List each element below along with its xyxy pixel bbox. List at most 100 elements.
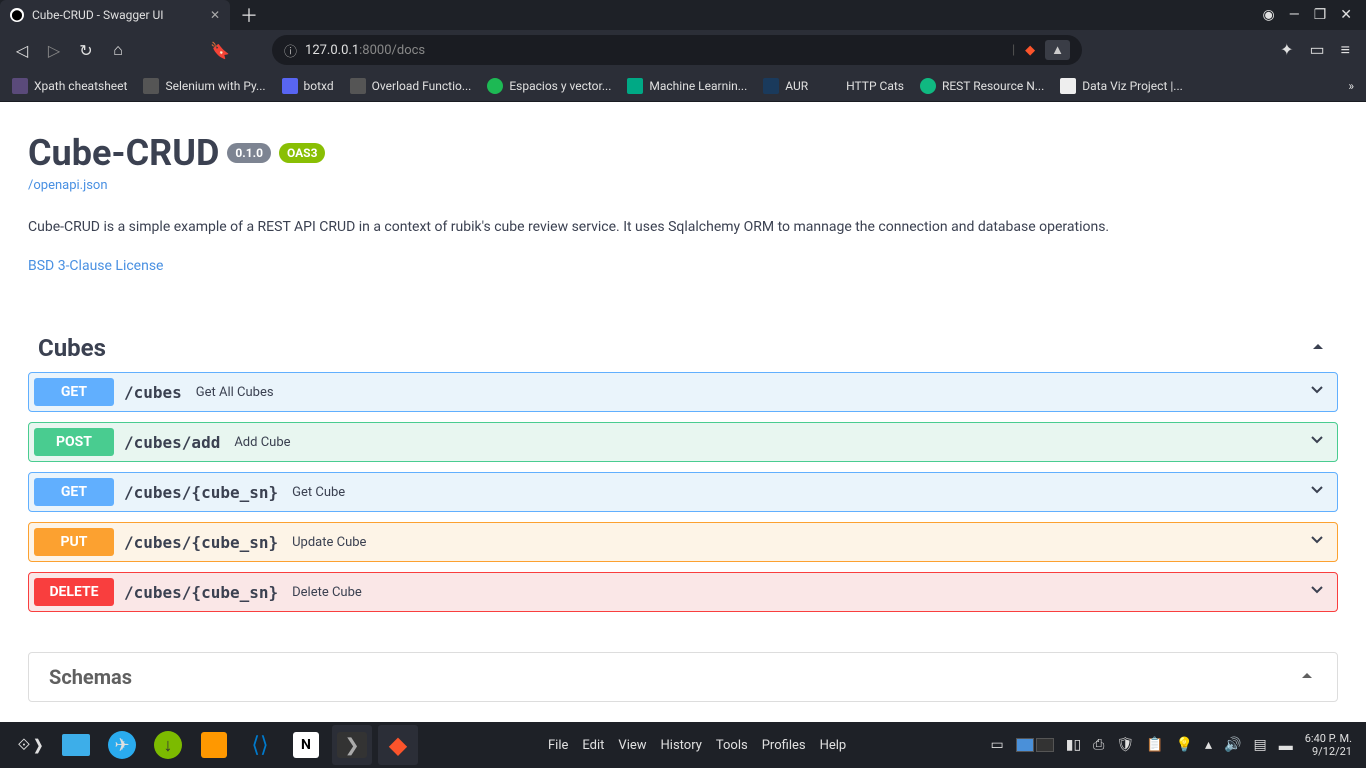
menu-item[interactable]: Edit <box>582 738 604 753</box>
maximize-icon[interactable]: ❐ <box>1314 7 1327 23</box>
telegram-icon[interactable]: ✈ <box>102 725 142 765</box>
back-button[interactable]: ◁ <box>12 41 32 60</box>
bookmarks-overflow-icon[interactable]: » <box>1348 79 1354 93</box>
volume-icon[interactable]: 🔊 <box>1224 737 1241 753</box>
bookmark-item[interactable]: REST Resource N... <box>920 78 1044 94</box>
window-controls: ◉ — ❐ ✕ <box>1263 7 1366 23</box>
bookmark-label: Overload Functio... <box>372 79 472 93</box>
chevron-down-icon <box>1307 380 1327 404</box>
minimize-icon[interactable]: — <box>1289 7 1300 23</box>
clock[interactable]: 6:40 P. M. 9/12/21 <box>1305 732 1356 758</box>
desktop-peek-icon[interactable]: ▭ <box>991 737 1004 753</box>
method-badge: DELETE <box>34 578 114 606</box>
new-tab-button[interactable]: ＋ <box>240 2 258 28</box>
brave-rewards-icon[interactable]: ◆ <box>1025 43 1035 58</box>
operation-summary: Delete Cube <box>292 585 362 600</box>
bookmark-favicon <box>12 78 28 94</box>
api-description: Cube-CRUD is a simple example of a REST … <box>28 217 1338 238</box>
operation-path: /cubes/{cube_sn} <box>124 583 278 602</box>
tab-close-icon[interactable]: ✕ <box>210 8 220 22</box>
operation-path: /cubes/add <box>124 433 220 452</box>
forward-button[interactable]: ▷ <box>44 41 64 60</box>
desktop-switcher[interactable] <box>1016 738 1054 752</box>
battery-icon[interactable]: ▮▯ <box>1066 737 1081 753</box>
sublime-icon[interactable] <box>194 725 234 765</box>
reload-button[interactable]: ↻ <box>76 41 96 60</box>
section-title: Cubes <box>38 334 106 362</box>
operation-summary: Get Cube <box>292 485 345 500</box>
operation-path: /cubes <box>124 383 182 402</box>
operation-summary: Update Cube <box>292 535 366 550</box>
bookmark-icon[interactable]: 🔖 <box>210 41 230 60</box>
menu-item[interactable]: Help <box>820 738 847 753</box>
menu-item[interactable]: File <box>548 738 568 753</box>
bookmark-item[interactable]: Data Viz Project |... <box>1060 78 1183 94</box>
bookmark-item[interactable]: Espacios y vector... <box>487 78 611 94</box>
openapi-link[interactable]: /openapi.json <box>28 178 1338 193</box>
file-manager-icon[interactable] <box>56 725 96 765</box>
operation-row[interactable]: PUT /cubes/{cube_sn} Update Cube <box>28 522 1338 562</box>
site-info-icon[interactable]: ⓘ <box>284 41 297 60</box>
extensions-icon[interactable]: ✦ <box>1280 40 1293 60</box>
method-badge: GET <box>34 478 114 506</box>
download-icon[interactable]: ↓ <box>148 725 188 765</box>
operation-row[interactable]: GET /cubes/{cube_sn} Get Cube <box>28 472 1338 512</box>
page-content: Cube-CRUD 0.1.0 OAS3 /openapi.json Cube-… <box>0 102 1366 722</box>
bookmark-favicon <box>627 78 643 94</box>
menu-item[interactable]: Profiles <box>762 738 806 753</box>
vscode-icon[interactable]: ⟨⟩ <box>240 725 280 765</box>
home-button[interactable]: ⌂ <box>108 40 128 60</box>
menu-item[interactable]: History <box>661 738 702 753</box>
operation-row[interactable]: GET /cubes Get All Cubes <box>28 372 1338 412</box>
bookmark-item[interactable]: HTTP Cats <box>824 78 904 94</box>
bookmark-favicon <box>350 78 366 94</box>
bookmark-label: Data Viz Project |... <box>1082 79 1183 93</box>
browser-tab-strip: ⬤ Cube-CRUD - Swagger UI ✕ ＋ ◉ — ❐ ✕ <box>0 0 1366 30</box>
notion-icon[interactable]: N <box>286 725 326 765</box>
bookmark-item[interactable]: AUR <box>763 78 808 94</box>
chevron-down-icon <box>1307 430 1327 454</box>
operation-row[interactable]: POST /cubes/add Add Cube <box>28 422 1338 462</box>
bookmark-label: Espacios y vector... <box>509 79 611 93</box>
chevron-down-icon <box>1307 530 1327 554</box>
battery2-icon[interactable]: ▬ <box>1279 737 1293 754</box>
wallet-icon[interactable]: ▭ <box>1310 40 1325 60</box>
schemas-title: Schemas <box>49 665 132 689</box>
menu-item[interactable]: Tools <box>716 738 748 753</box>
bookmark-item[interactable]: Overload Functio... <box>350 78 472 94</box>
url-bar[interactable]: ⓘ 127.0.0.1:8000/docs | ◆ ▲ <box>272 35 1082 65</box>
menubar: File Edit View History Tools Profiles Help <box>548 738 846 753</box>
operation-row[interactable]: DELETE /cubes/{cube_sn} Delete Cube <box>28 572 1338 612</box>
bookmark-label: Machine Learnin... <box>649 79 747 93</box>
network-icon[interactable]: ▤ <box>1253 737 1266 753</box>
clipboard-icon[interactable]: 📋 <box>1146 737 1163 753</box>
usb-icon[interactable]: ⎙ <box>1093 737 1104 753</box>
brave-browser-icon[interactable]: ◆ <box>378 725 418 765</box>
schemas-section[interactable]: Schemas <box>28 652 1338 702</box>
brave-circle-icon[interactable]: ◉ <box>1263 7 1275 23</box>
app-launcher-icon[interactable]: ⟐ ❯ <box>10 725 50 765</box>
method-badge: GET <box>34 378 114 406</box>
bulb-icon[interactable]: 💡 <box>1176 737 1193 753</box>
menu-item[interactable]: View <box>618 738 646 753</box>
close-window-icon[interactable]: ✕ <box>1340 7 1352 23</box>
shield-icon[interactable]: 🛡 <box>1116 737 1134 753</box>
license-link[interactable]: BSD 3-Clause License <box>28 258 1338 274</box>
section-header-cubes[interactable]: Cubes <box>28 324 1338 372</box>
browser-tab[interactable]: ⬤ Cube-CRUD - Swagger UI ✕ <box>0 0 230 30</box>
tray-chevron-icon[interactable]: ▴ <box>1205 737 1212 753</box>
bookmark-favicon <box>143 78 159 94</box>
bookmark-item[interactable]: Xpath cheatsheet <box>12 78 127 94</box>
bookmark-item[interactable]: botxd <box>282 78 334 94</box>
browser-toolbar: ◁ ▷ ↻ ⌂ 🔖 ⓘ 127.0.0.1:8000/docs | ◆ ▲ ✦ … <box>0 30 1366 70</box>
operation-path: /cubes/{cube_sn} <box>124 483 278 502</box>
bookmark-favicon <box>824 78 840 94</box>
bookmark-item[interactable]: Machine Learnin... <box>627 78 747 94</box>
bookmark-item[interactable]: Selenium with Py... <box>143 78 265 94</box>
brave-shields-icon[interactable]: ▲ <box>1045 40 1070 60</box>
bookmark-label: Selenium with Py... <box>165 79 265 93</box>
menu-icon[interactable]: ≡ <box>1341 40 1350 60</box>
url-text: 127.0.0.1:8000/docs <box>305 43 425 58</box>
terminal-icon[interactable]: ❯ <box>332 725 372 765</box>
oas-badge: OAS3 <box>279 143 326 163</box>
